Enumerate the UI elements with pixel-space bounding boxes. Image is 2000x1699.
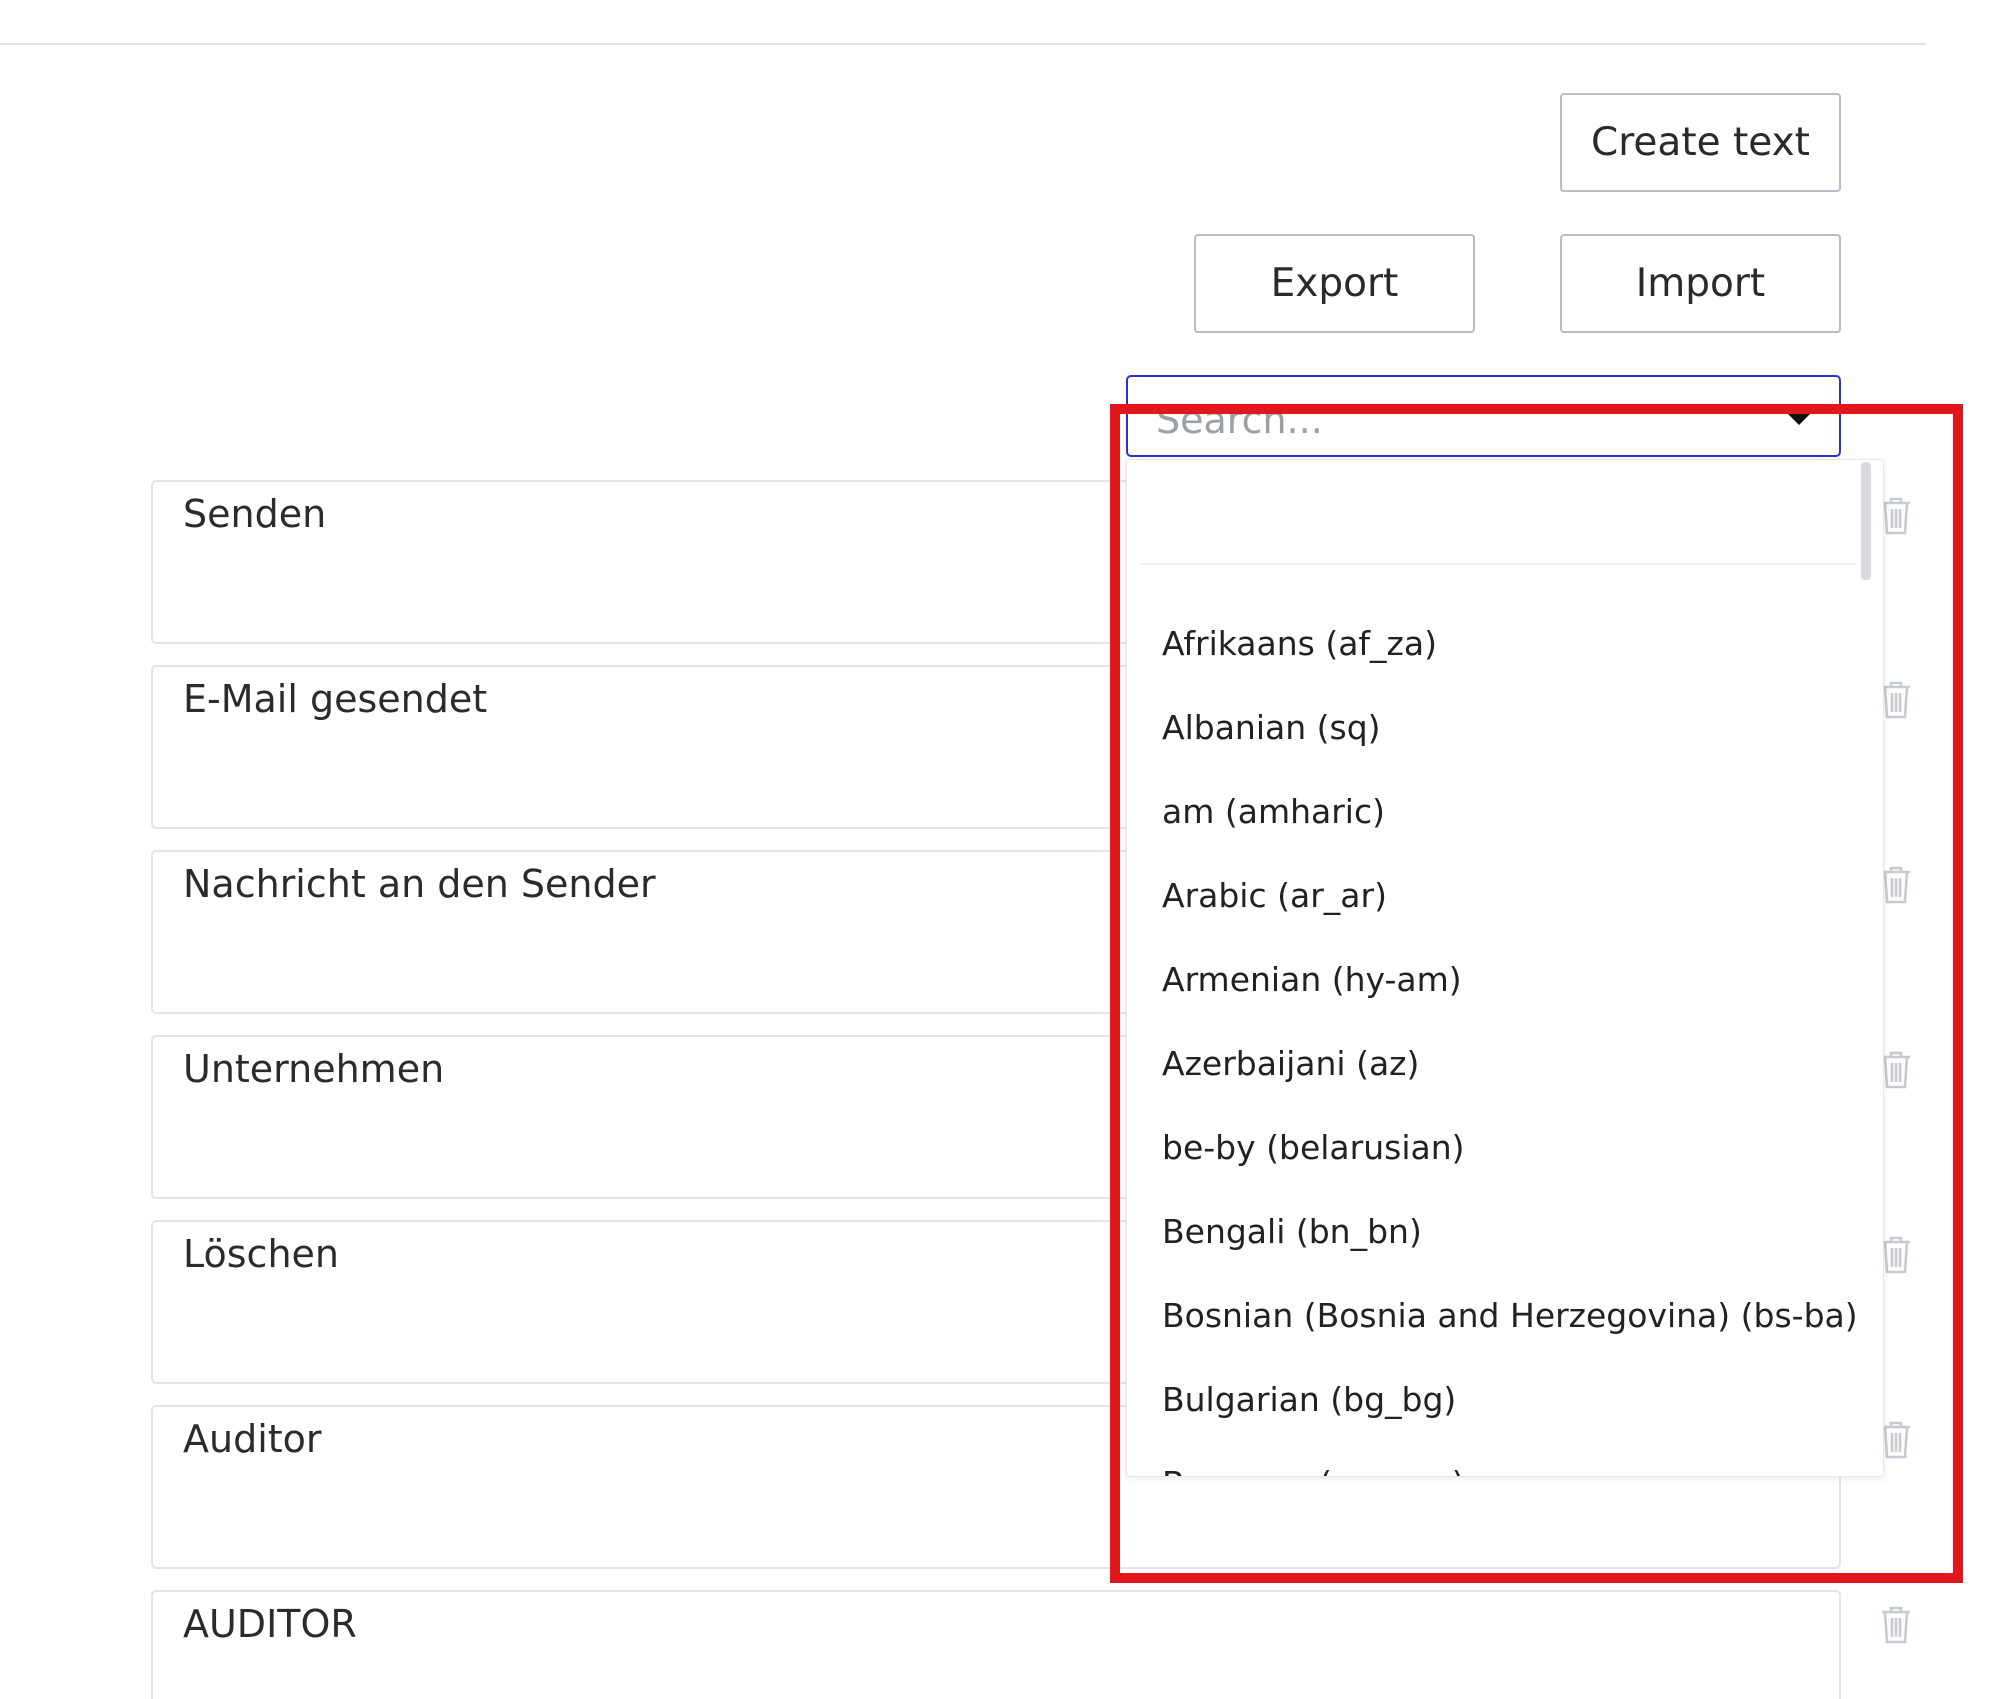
language-option[interactable]: be-by (belarusian) [1162,1105,1852,1189]
language-dropdown: Afrikaans (af_za) Albanian (sq) am (amha… [1126,459,1884,1477]
trash-icon[interactable] [1879,1420,1913,1460]
text-card-auditor-upper[interactable]: AUDITOR [151,1590,1841,1699]
trash-icon[interactable] [1879,865,1913,905]
top-divider [0,43,1926,45]
language-option[interactable]: Bulgarian (bg_bg) [1162,1357,1852,1441]
language-option[interactable]: am (amharic) [1162,769,1852,853]
trash-icon[interactable] [1879,1605,1913,1645]
language-option[interactable]: Burmese (my_my) [1162,1441,1852,1477]
dropdown-scrollbar[interactable] [1861,462,1871,580]
language-option[interactable]: Albanian (sq) [1162,685,1852,769]
language-option[interactable]: Armenian (hy-am) [1162,937,1852,1021]
dropdown-empty-option[interactable] [1141,460,1856,565]
language-option[interactable]: Afrikaans (af_za) [1162,601,1852,685]
trash-icon[interactable] [1879,680,1913,720]
caret-down-icon[interactable] [1787,413,1811,425]
language-search-input[interactable] [1156,398,1756,442]
language-option[interactable]: Bengali (bn_bn) [1162,1189,1852,1273]
language-select[interactable] [1126,375,1841,457]
language-option[interactable]: Azerbaijani (az) [1162,1021,1852,1105]
language-option[interactable]: Bosnian (Bosnia and Herzegovina) (bs-ba) [1162,1273,1858,1357]
trash-icon[interactable] [1879,496,1913,536]
trash-icon[interactable] [1879,1235,1913,1275]
trash-icon[interactable] [1879,1050,1913,1090]
import-button[interactable]: Import [1560,234,1841,333]
export-button[interactable]: Export [1194,234,1475,333]
text-translation-page: Create text Export Import Senden E-Mail … [0,0,2000,1699]
create-text-button[interactable]: Create text [1560,93,1841,192]
language-option[interactable]: Arabic (ar_ar) [1162,853,1852,937]
